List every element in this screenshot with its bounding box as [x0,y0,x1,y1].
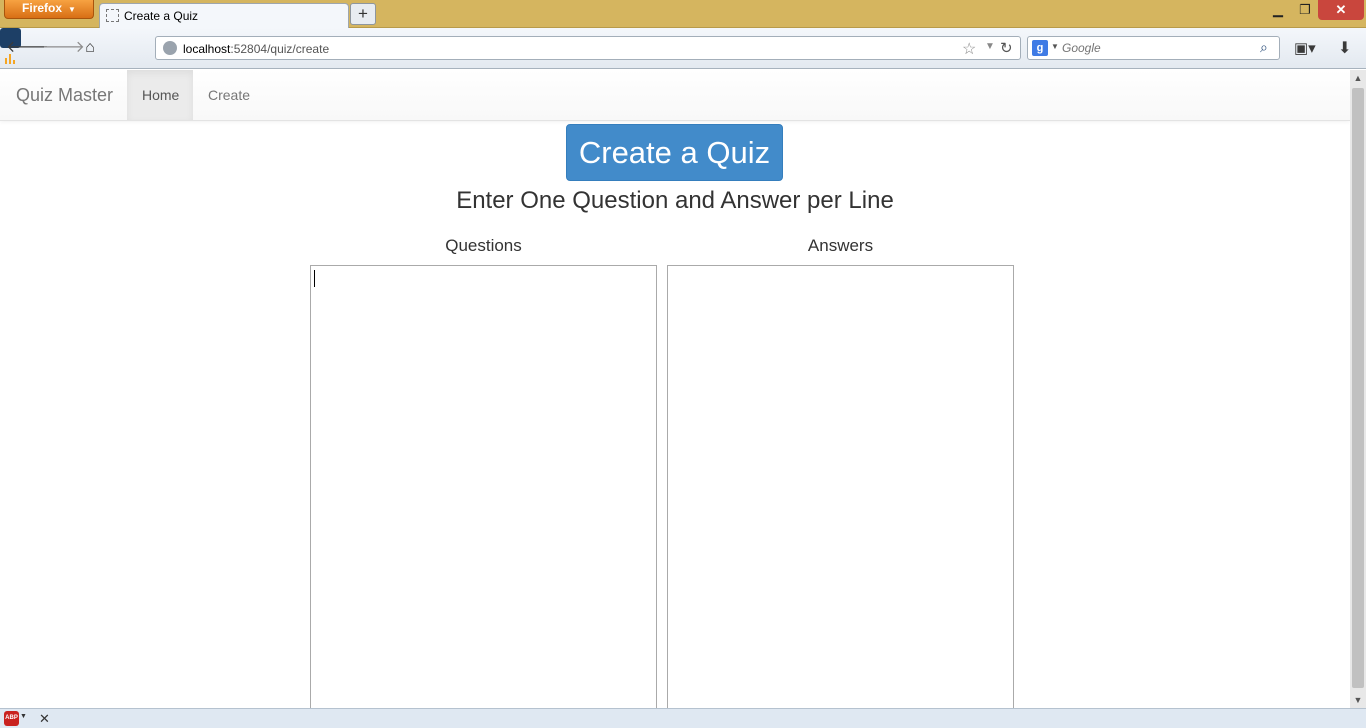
chevron-down-icon: ▼ [68,5,76,14]
scrollbar-thumb[interactable] [1352,88,1364,688]
addon-bar: ABP ▼ ✕ [0,708,1366,728]
browser-tab[interactable]: Create a Quiz [99,3,349,28]
nav-create[interactable]: Create [193,70,265,120]
minimize-window-button[interactable]: ▁ [1264,0,1292,20]
reload-icon[interactable]: ↻ [1000,39,1013,57]
site-navbar: Quiz Master Home Create [0,70,1350,121]
browser-toolbar: 🡐 🡒 ⌂ localhost:52804/quiz/create ☆ ▼ ↻ … [0,28,1366,69]
history-dropdown-icon[interactable]: ▼ [985,41,995,52]
browser-titlebar: Firefox ▼ Create a Quiz + ▁ ❐ ✕ [0,0,1366,28]
nav-home[interactable]: Home [127,70,193,120]
questions-label: Questions [445,236,522,255]
new-tab-button[interactable]: + [350,3,376,25]
answers-textarea[interactable] [667,265,1014,708]
url-path: :52804/quiz/create [230,42,330,56]
search-bar[interactable]: g ▼ ⌕ [1027,36,1280,60]
url-text[interactable]: localhost:52804/quiz/create [183,42,329,56]
tab-title: Create a Quiz [124,9,199,23]
answers-label: Answers [807,236,874,255]
search-engine-icon[interactable]: g [1032,40,1048,56]
firefox-menu-label: Firefox [22,1,63,15]
scroll-down-icon[interactable]: ▼ [1350,692,1366,708]
restore-window-button[interactable]: ❐ [1292,0,1318,20]
scroll-up-icon[interactable]: ▲ [1350,70,1366,86]
url-host: localhost [183,42,231,56]
download-icon[interactable]: ⬇ [1338,38,1351,58]
search-engine-dropdown-icon[interactable]: ▼ [1051,42,1059,51]
site-brand[interactable]: Quiz Master [16,85,113,106]
close-window-button[interactable]: ✕ [1318,0,1364,20]
create-quiz-button[interactable]: Create a Quiz [566,124,783,181]
page-viewport: Quiz Master Home Create Create a Quiz En… [0,70,1350,708]
page-favicon-icon [106,9,119,22]
questions-textarea[interactable] [310,265,657,708]
star-icon[interactable]: ☆ [962,39,976,59]
adblock-dropdown-icon[interactable]: ▼ [20,713,27,720]
instruction-heading: Enter One Question and Answer per Line [456,187,894,214]
close-icon[interactable]: ✕ [39,711,50,727]
bookmarks-icon[interactable]: ▣▾ [1294,39,1316,57]
text-cursor [314,270,315,287]
search-input[interactable] [1062,39,1252,57]
address-bar[interactable]: localhost:52804/quiz/create ☆ ▼ ↻ [155,36,1021,60]
globe-icon [163,41,177,55]
forward-arrow-icon[interactable]: 🡒 [42,37,85,59]
firefox-menu-button[interactable]: Firefox ▼ [4,0,94,19]
adblock-icon[interactable]: ABP [4,711,19,726]
search-icon[interactable]: ⌕ [1260,39,1268,56]
home-icon[interactable]: ⌂ [78,37,102,59]
vertical-scrollbar[interactable]: ▲ ▼ [1350,70,1366,708]
